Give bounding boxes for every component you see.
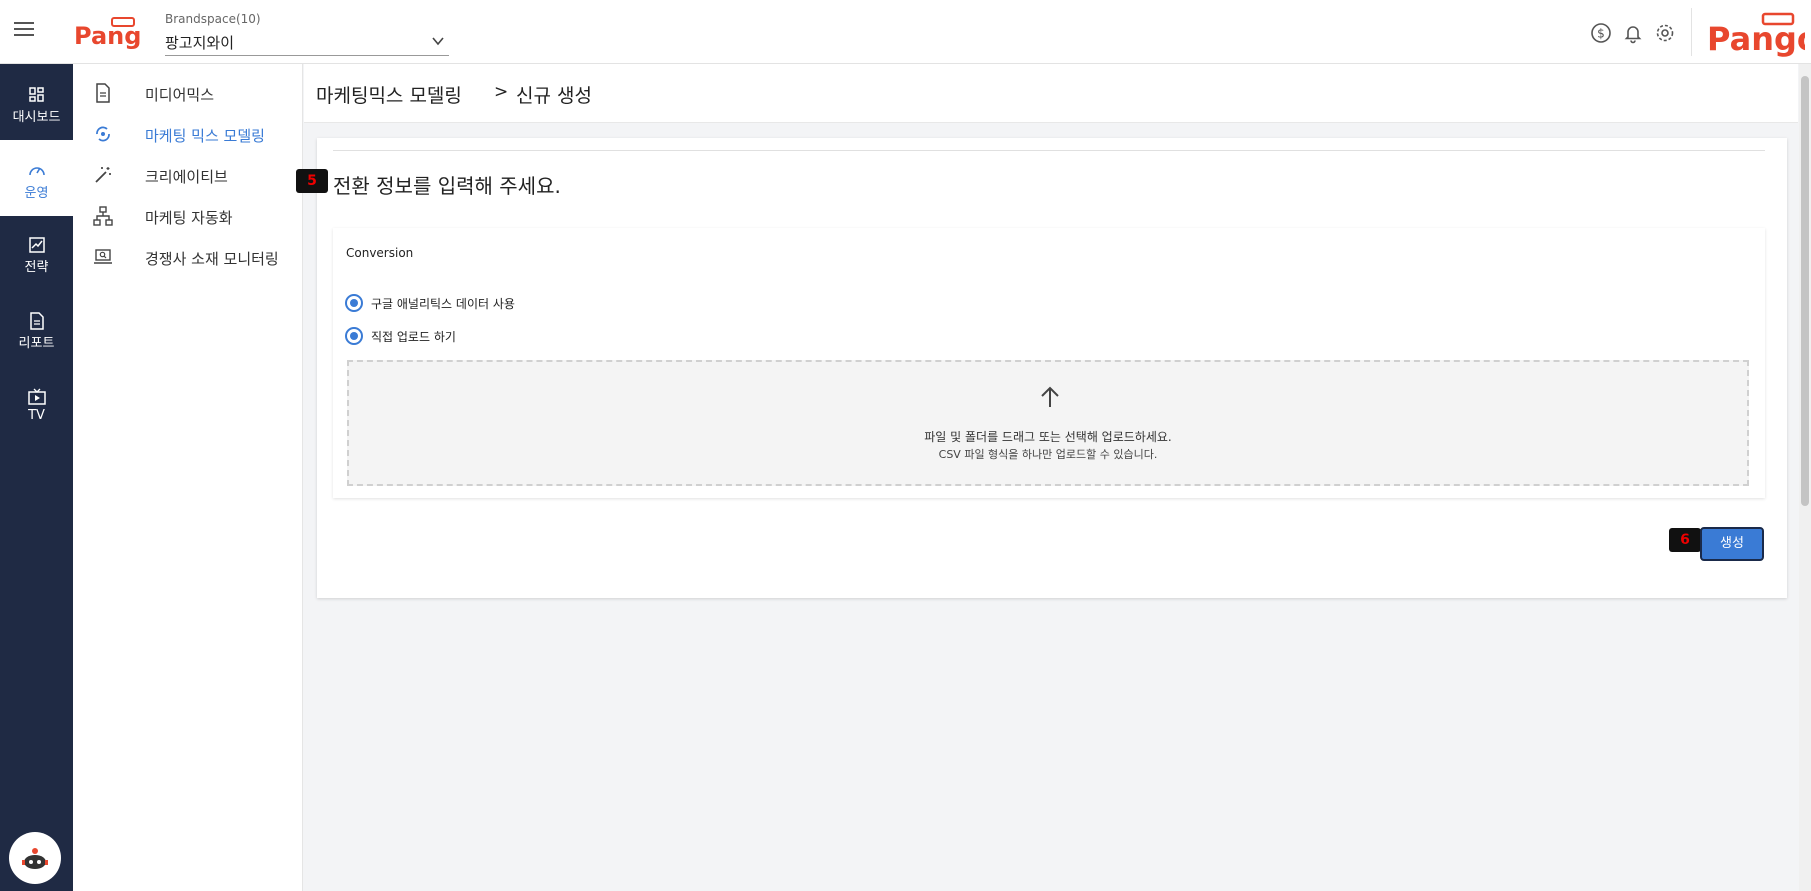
nav-label: 전략 — [24, 260, 49, 275]
gear-icon[interactable] — [1654, 22, 1676, 44]
nav-item-strategy[interactable]: 전략 — [0, 224, 73, 300]
radio-label: 직접 업로드 하기 — [371, 330, 456, 344]
bell-icon[interactable] — [1622, 22, 1644, 44]
chatbot-avatar[interactable] — [9, 832, 61, 884]
hierarchy-icon — [93, 206, 113, 226]
gauge-icon — [28, 167, 45, 176]
conversion-section: Conversion 구글 애널리틱스 데이터 사용 직접 업로드 하기 파일 … — [333, 228, 1765, 498]
upload-arrow-icon — [1041, 386, 1059, 407]
laptop-search-icon — [94, 249, 112, 264]
dropzone-instruction: 파일 및 폴더를 드래그 또는 선택해 업로드하세요. — [924, 430, 1172, 444]
svg-text:$: $ — [1597, 27, 1605, 41]
dropzone-hint: CSV 파일 형식을 하나만 업로드할 수 있습니다. — [938, 448, 1158, 461]
radio-button[interactable] — [345, 327, 363, 345]
breadcrumb-separator: > — [494, 82, 509, 102]
form-card: 5 전환 정보를 입력해 주세요. Conversion 구글 애널리틱스 데이… — [296, 138, 1787, 598]
grid-icon — [28, 87, 44, 102]
breadcrumb-parent[interactable]: 마케팅믹스 모델링 — [316, 81, 462, 108]
nav-label: 대시보드 — [12, 110, 61, 125]
submenu-item-automation[interactable]: 마케팅 자동화 — [73, 199, 303, 233]
scrollbar-thumb[interactable] — [1801, 76, 1809, 506]
divider — [333, 150, 1765, 151]
submenu-item-mmm[interactable]: 마케팅 믹스 모델링 — [73, 117, 303, 151]
file-dropzone[interactable]: 파일 및 폴더를 드래그 또는 선택해 업로드하세요. CSV 파일 형식을 하… — [347, 360, 1749, 486]
brandspace-select[interactable]: 팡고지와이 — [165, 30, 449, 56]
submenu-label: 미디어믹스 — [145, 86, 215, 104]
submenu-panel: 미디어믹스 마케팅 믹스 모델링 크리에이티브 마케팅 자동화 경쟁사 소재 모… — [73, 64, 303, 891]
create-button[interactable]: 생성 — [1700, 527, 1764, 561]
submenu-label: 마케팅 믹스 모델링 — [145, 127, 265, 145]
nav-item-tv[interactable]: TV — [0, 376, 73, 452]
brandspace-label: Brandspace(10) — [165, 12, 261, 26]
sync-icon — [96, 126, 110, 142]
pango-logo-large: Pango — [1707, 12, 1805, 58]
radio-button[interactable] — [345, 294, 363, 312]
nav-item-dashboard[interactable]: 대시보드 — [0, 74, 73, 150]
nav-label: 리포트 — [18, 336, 55, 351]
radio-label: 구글 애널리틱스 데이터 사용 — [371, 297, 515, 311]
submenu-label: 마케팅 자동화 — [145, 209, 233, 227]
breadcrumb-current: 신규 생성 — [516, 85, 592, 107]
top-bar: Pango Brandspace(10) 팡고지와이 $ Pango — [0, 0, 1811, 64]
robot-icon — [22, 848, 48, 869]
submenu-item-mediamix[interactable]: 미디어믹스 — [73, 76, 303, 110]
svg-text:Pango: Pango — [1707, 20, 1805, 58]
magic-wand-icon — [95, 167, 111, 183]
chevron-down-icon — [432, 37, 444, 46]
document-icon — [29, 312, 44, 330]
tv-icon — [27, 388, 46, 405]
nav-item-operation[interactable]: 운영 — [0, 140, 73, 216]
scrollbar[interactable] — [1799, 64, 1811, 891]
submenu-label: 크리에이티브 — [145, 168, 228, 186]
header-divider — [1691, 8, 1692, 56]
nav-label: 운영 — [24, 186, 49, 201]
chart-icon — [28, 237, 45, 253]
submenu-label: 경쟁사 소재 모니터링 — [145, 250, 279, 268]
brandspace-value: 팡고지와이 — [165, 34, 235, 52]
dollar-icon[interactable]: $ — [1590, 22, 1612, 44]
step-badge: 6 — [1669, 528, 1701, 552]
nav-label: TV — [28, 408, 45, 423]
page-heading: 전환 정보를 입력해 주세요. — [333, 174, 561, 198]
pango-logo[interactable]: Pango — [72, 12, 142, 52]
section-title: Conversion — [346, 246, 414, 260]
breadcrumb: 마케팅믹스 모델링 > 신규 생성 — [304, 64, 1798, 123]
file-icon — [96, 83, 110, 103]
nav-item-report[interactable]: 리포트 — [0, 300, 73, 376]
submenu-item-creative[interactable]: 크리에이티브 — [73, 158, 303, 192]
step-badge: 5 — [296, 169, 328, 193]
submenu-item-competitor[interactable]: 경쟁사 소재 모니터링 — [73, 240, 303, 274]
hamburger-icon[interactable] — [14, 22, 34, 38]
left-nav: 대시보드 운영 전략 리포트 TV — [0, 64, 73, 891]
